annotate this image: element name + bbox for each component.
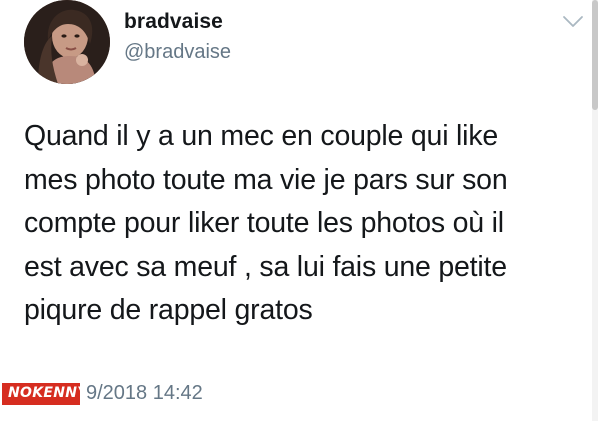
tweet-text-line: est avec sa meuf , sa lui fais une petit… (24, 250, 507, 283)
tweet-text-line: mes photo toute ma vie je pars sur son (24, 163, 508, 196)
user-handle[interactable]: @bradvaise (124, 41, 231, 64)
tweet-text-line: Quand il y a un mec en couple qui like (24, 120, 499, 152)
tweet-timestamp[interactable]: 9/2018 14:42 (86, 382, 203, 405)
tweet-text-line: compte pour liker toute les photos où il (24, 207, 504, 239)
avatar-photo-icon (24, 0, 110, 84)
watermark-text: NOKENNY (8, 385, 88, 401)
tweet-meta: NOKENNY 9/2018 14:42 (0, 376, 400, 410)
tweet-text-line: piqure de rappel gratos (24, 294, 313, 326)
tweet-card: bradvaise @bradvaise Quand il y a un mec… (0, 0, 600, 421)
tweet-text: Quand il y a un mec en couple qui like m… (24, 115, 584, 333)
scrollbar-thumb[interactable] (592, 0, 598, 110)
watermark-logo: NOKENNY (2, 383, 87, 405)
user-avatar[interactable] (24, 0, 110, 84)
chevron-down-icon[interactable] (562, 14, 584, 30)
display-name[interactable]: bradvaise (124, 10, 223, 34)
